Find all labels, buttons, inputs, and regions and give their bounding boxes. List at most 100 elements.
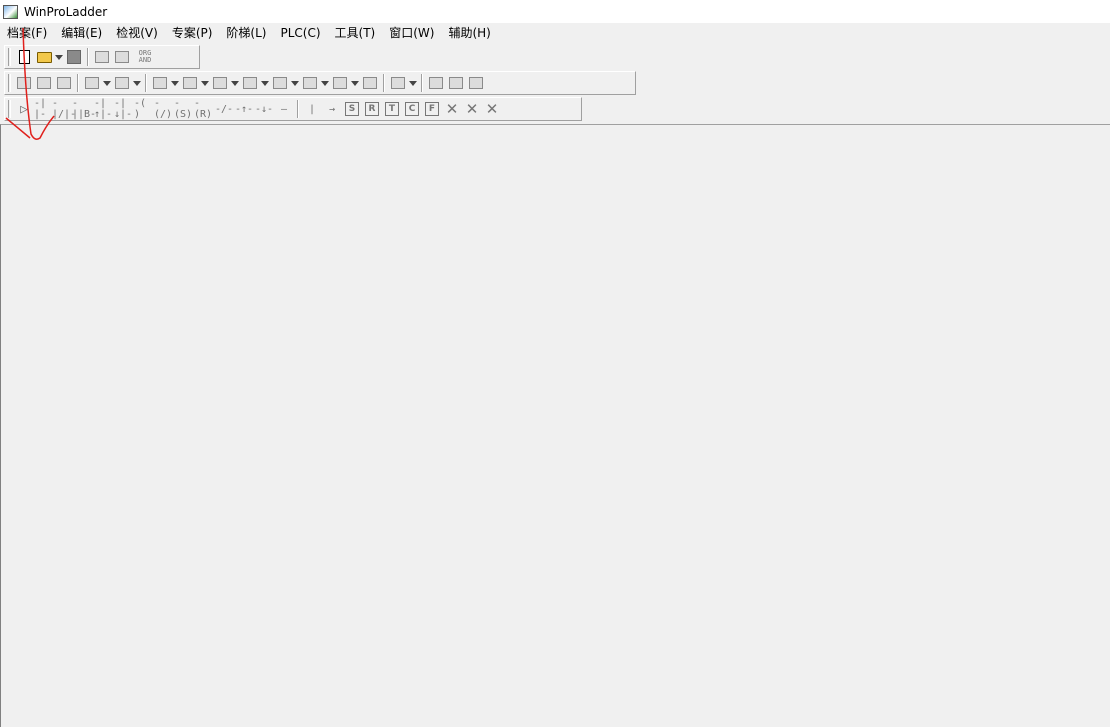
- horizontal-line-button[interactable]: —: [274, 100, 294, 119]
- delete-icon: ✕: [445, 100, 459, 118]
- contact-down-button[interactable]: -|↓|-: [114, 98, 134, 120]
- list-button[interactable]: [300, 74, 320, 93]
- toolbar-separator: [297, 100, 299, 118]
- function-f-icon: F: [425, 102, 439, 116]
- select-button[interactable]: ▷: [14, 100, 34, 119]
- toolbar-grip[interactable]: [8, 100, 11, 118]
- menu-help[interactable]: 辅助(H): [441, 24, 497, 41]
- query-block-button[interactable]: [446, 74, 466, 93]
- falling-edge-button[interactable]: -↓-: [254, 100, 274, 119]
- ladder-window-button[interactable]: [112, 48, 132, 67]
- window-title: WinProLadder: [24, 4, 108, 19]
- plc-memory-icon: [57, 77, 71, 89]
- contact-b-button[interactable]: -||B-: [71, 98, 97, 120]
- menu-window[interactable]: 窗口(W): [382, 24, 441, 41]
- toolbar-grip[interactable]: [8, 48, 11, 66]
- toolbar-separator: [77, 74, 79, 92]
- user-settings-button[interactable]: [240, 74, 260, 93]
- contact-up-button[interactable]: -|↑|-: [94, 98, 114, 120]
- list-dropdown[interactable]: [320, 74, 330, 93]
- key-icon: [273, 77, 287, 89]
- register-r-icon: R: [365, 102, 379, 116]
- cursor-arrow-icon: ▷: [20, 101, 28, 117]
- coil-not-button[interactable]: -(/): [154, 98, 174, 120]
- falling-edge-icon: -↓-: [254, 103, 274, 115]
- status-dropdown[interactable]: [170, 74, 180, 93]
- horizontal-line-icon: —: [280, 103, 288, 115]
- monitor-table-dropdown[interactable]: [102, 74, 112, 93]
- save-icon: [67, 50, 81, 64]
- invert-button[interactable]: -/-: [214, 100, 234, 119]
- list-icon: [303, 77, 317, 89]
- delete-horizontal-button[interactable]: ✕: [482, 100, 502, 119]
- contact-up-icon: -|↑|-: [94, 98, 113, 120]
- io-status-icon: [183, 77, 197, 89]
- open-recent-dropdown[interactable]: [54, 48, 64, 67]
- toolbar-separator: [421, 74, 423, 92]
- contact-b-icon: -||B-: [71, 98, 97, 120]
- menu-view[interactable]: 检视(V): [109, 24, 165, 41]
- invert-icon: -/-: [214, 103, 234, 115]
- project-window-button[interactable]: [92, 48, 112, 67]
- function-f-button[interactable]: F: [422, 100, 442, 119]
- io-status-dropdown[interactable]: [200, 74, 210, 93]
- main-workspace[interactable]: [0, 124, 1110, 727]
- query-block-icon: [449, 77, 463, 89]
- menu-project[interactable]: 专案(P): [165, 24, 220, 41]
- coil-button[interactable]: -( ): [134, 98, 154, 120]
- rising-edge-icon: -↑-: [234, 103, 254, 115]
- open-file-button[interactable]: [34, 48, 54, 67]
- plc-connect-button[interactable]: [34, 74, 54, 93]
- save-button[interactable]: [64, 48, 84, 67]
- user-button[interactable]: [210, 74, 230, 93]
- register-table-button[interactable]: [112, 74, 132, 93]
- vertical-line-button[interactable]: |: [302, 100, 322, 119]
- output-arrow-button[interactable]: →: [322, 100, 342, 119]
- status-button[interactable]: [150, 74, 170, 93]
- toolbar-grip[interactable]: [8, 74, 11, 92]
- user-dropdown[interactable]: [230, 74, 240, 93]
- module-icon: [333, 77, 347, 89]
- monitor-table-icon: [85, 77, 99, 89]
- register-table-dropdown[interactable]: [132, 74, 142, 93]
- key-button[interactable]: [270, 74, 290, 93]
- org-and-icon: ORG AND: [138, 49, 152, 64]
- ladder-window-icon: [115, 51, 129, 63]
- step-s-button[interactable]: S: [342, 100, 362, 119]
- timer-t-button[interactable]: T: [382, 100, 402, 119]
- module-button[interactable]: [330, 74, 350, 93]
- coil-reset-button[interactable]: -(R): [194, 98, 214, 120]
- plc-connect-icon: [37, 77, 51, 89]
- delete-vertical-button[interactable]: ✕: [462, 100, 482, 119]
- query-list-icon: [429, 77, 443, 89]
- menu-ladder[interactable]: 阶梯(L): [219, 24, 273, 41]
- menu-file[interactable]: 档案(F): [0, 24, 54, 41]
- org-and-button[interactable]: ORG AND: [132, 48, 158, 67]
- rising-edge-button[interactable]: -↑-: [234, 100, 254, 119]
- io-status-button[interactable]: [180, 74, 200, 93]
- coil-set-button[interactable]: -(S): [174, 98, 194, 120]
- user-settings-dropdown[interactable]: [260, 74, 270, 93]
- menu-tools[interactable]: 工具(T): [328, 24, 383, 41]
- printer-button[interactable]: [360, 74, 380, 93]
- ladder-element-toolbar: ▷ -| |- -|/|- -||B- -|↑|- -|↓|- -( ) -(/…: [4, 97, 582, 121]
- menu-plc[interactable]: PLC(C): [273, 26, 327, 40]
- find-button[interactable]: [388, 74, 408, 93]
- menu-edit[interactable]: 编辑(E): [54, 24, 109, 41]
- menu-bar: 档案(F) 编辑(E) 检视(V) 专案(P) 阶梯(L) PLC(C) 工具(…: [0, 23, 1110, 42]
- plc-toolbar: [4, 71, 636, 95]
- query-list-button[interactable]: [426, 74, 446, 93]
- register-r-button[interactable]: R: [362, 100, 382, 119]
- module-dropdown[interactable]: [350, 74, 360, 93]
- key-dropdown[interactable]: [290, 74, 300, 93]
- counter-c-button[interactable]: C: [402, 100, 422, 119]
- new-file-icon: [18, 50, 30, 64]
- new-file-button[interactable]: [14, 48, 34, 67]
- monitor-table-button[interactable]: [82, 74, 102, 93]
- find-icon: [391, 77, 405, 89]
- find-dropdown[interactable]: [408, 74, 418, 93]
- query-contact-button[interactable]: [466, 74, 486, 93]
- plc-memory-button[interactable]: [54, 74, 74, 93]
- delete-button[interactable]: ✕: [442, 100, 462, 119]
- plc-run-button[interactable]: [14, 74, 34, 93]
